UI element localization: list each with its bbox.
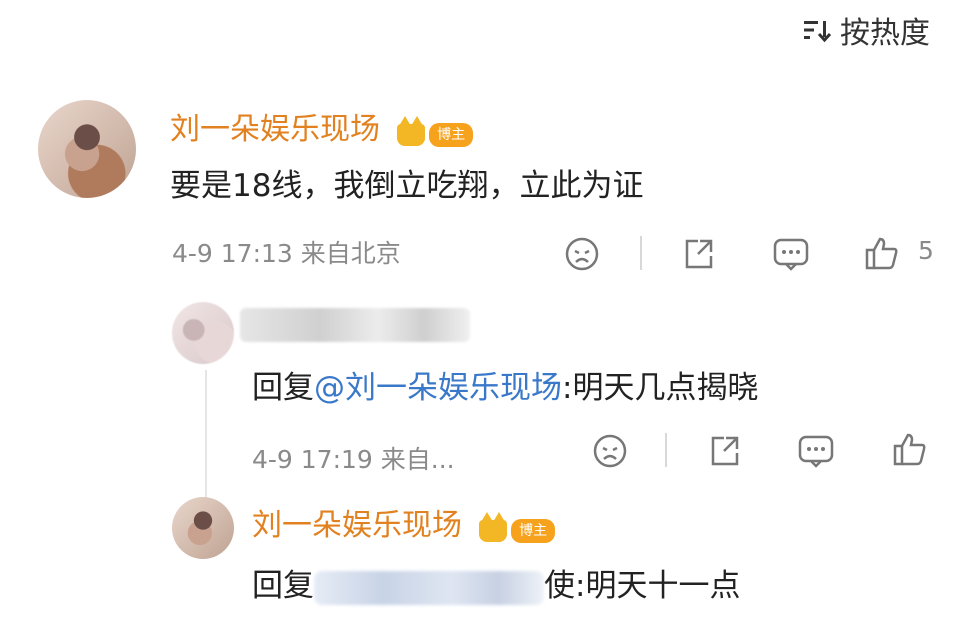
divider — [665, 433, 667, 467]
username[interactable]: 刘一朵娱乐现场 — [252, 508, 462, 543]
blurred-username — [240, 308, 470, 342]
comment-text: 要是18线，我倒立吃翔，立此为证 — [170, 168, 644, 204]
avatar[interactable] — [38, 100, 136, 198]
reply-suffix: 使 — [544, 568, 575, 604]
blurred-mention — [314, 570, 544, 605]
comment-icon[interactable] — [797, 433, 835, 469]
comment-icon[interactable] — [772, 236, 810, 272]
share-icon[interactable] — [680, 236, 716, 272]
reply1-meta: 4-9 17:19 来自... — [252, 445, 455, 474]
sad-face-icon[interactable] — [564, 236, 600, 272]
divider — [640, 236, 642, 270]
username[interactable]: 刘一朵娱乐现场 — [170, 112, 380, 147]
reply1-text: 回复@刘一朵娱乐现场:明天几点揭晓 — [252, 362, 758, 407]
crown-icon — [397, 115, 426, 146]
comment-header: 刘一朵娱乐现场 博主 — [170, 104, 474, 148]
badge-label: 博主 — [511, 518, 556, 543]
reply-prefix: 回复 — [252, 568, 314, 604]
share-icon[interactable] — [706, 433, 742, 469]
reply2-header: 刘一朵娱乐现场 博主 — [252, 500, 556, 544]
blogger-badge: 博主 — [479, 511, 556, 543]
avatar-reply1[interactable] — [172, 302, 234, 364]
sort-label: 按热度 — [840, 16, 930, 51]
avatar-reply2[interactable] — [172, 497, 234, 559]
crown-icon — [479, 511, 508, 542]
blogger-badge: 博主 — [397, 115, 474, 147]
reply2-text: 回复 使:明天十一点 — [252, 560, 740, 605]
like-count: 5 — [918, 236, 934, 265]
like-icon[interactable] — [890, 430, 928, 468]
sort-by-heat[interactable]: 按热度 — [802, 8, 930, 52]
sort-icon — [802, 17, 832, 43]
comment-meta: 4-9 17:13 来自北京 — [172, 239, 401, 268]
sad-face-icon[interactable] — [592, 433, 628, 469]
reply-content: :明天几点揭晓 — [562, 370, 759, 406]
reply-mention[interactable]: @刘一朵娱乐现场 — [314, 370, 562, 406]
like-icon[interactable] — [862, 234, 900, 272]
reply-prefix: 回复 — [252, 370, 314, 406]
badge-label: 博主 — [429, 122, 474, 147]
reply-content: :明天十一点 — [575, 568, 741, 604]
